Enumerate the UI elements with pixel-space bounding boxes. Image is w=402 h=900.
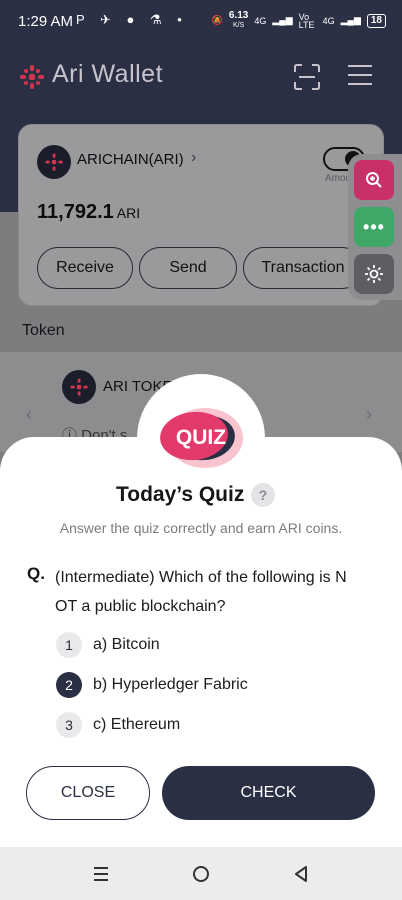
qr-scan-icon[interactable] — [294, 64, 320, 90]
answer-option-3[interactable]: 3 c) Ethereum — [56, 711, 180, 739]
back-button[interactable] — [290, 863, 312, 885]
status-bar: 1:29 AM P ✈ ● ⚗ • 🔕 6.13 K/S 4G ▂▄▆ Vo L… — [0, 0, 402, 44]
balance-unit: ARI — [116, 205, 141, 221]
home-button[interactable] — [190, 863, 212, 885]
ari-token-icon — [62, 370, 96, 404]
receive-button[interactable]: Receive — [37, 247, 133, 289]
signal-icon-2: ▂▄▆ — [340, 15, 361, 25]
side-tool-tray: ••• — [348, 154, 402, 300]
close-button[interactable]: CLOSE — [26, 766, 150, 820]
check-button[interactable]: CHECK — [162, 766, 375, 820]
app-title: Ari Wallet — [52, 60, 164, 88]
recent-apps-icon — [94, 867, 108, 881]
status-time: 1:29 AM — [18, 13, 74, 30]
question-line-1: (Intermediate) Which of the following is… — [55, 569, 347, 586]
notification-icons: P ✈ ● ⚗ • — [76, 12, 188, 27]
carousel-next-icon[interactable]: › — [366, 404, 372, 425]
token-header: Token — [22, 322, 65, 339]
recent-apps-button[interactable] — [90, 863, 112, 885]
signal-4g-1: 4G — [254, 15, 267, 26]
status-indicators: 🔕 6.13 K/S 4G ▂▄▆ Vo LTE 4G ▂▄▆ 18 — [212, 11, 386, 30]
wallet-card[interactable]: ARICHAIN(ARI) › Amount 11,792.1 ARI Recei… — [18, 124, 384, 306]
chevron-right-icon[interactable]: › — [191, 149, 196, 167]
answer-option-2[interactable]: 2 b) Hyperledger Fabric — [56, 671, 248, 699]
speed-unit: K/S — [232, 22, 245, 29]
question-line-2: OT a public blockchain? — [55, 598, 226, 615]
quiz-logo-icon: QUIZ — [160, 408, 243, 468]
option-number: 1 — [56, 632, 82, 658]
system-nav-bar — [0, 847, 402, 900]
question-prefix: Q. — [27, 564, 45, 583]
option-number-selected: 2 — [56, 672, 82, 698]
ari-logo-icon — [20, 65, 44, 89]
carousel-prev-icon[interactable]: ‹ — [26, 404, 32, 425]
chain-label[interactable]: ARICHAIN(ARI) — [77, 151, 184, 168]
gear-icon — [365, 265, 383, 283]
quiz-subtitle: Answer the quiz correctly and earn ARI c… — [59, 520, 343, 536]
signal-4g-2: 4G — [322, 15, 335, 26]
mute-icon: 🔕 — [211, 15, 223, 25]
send-button[interactable]: Send — [139, 247, 237, 289]
transaction-button[interactable]: Transaction — [243, 247, 363, 289]
option-number: 3 — [56, 712, 82, 738]
wallet-balance: 11,792.1 ARI — [37, 201, 140, 224]
zoom-in-icon — [366, 172, 382, 188]
balance-value: 11,792.1 — [37, 201, 114, 223]
network-speed: 6.13 K/S — [229, 11, 248, 30]
option-label: c) Ethereum — [93, 716, 181, 733]
question-text: (Intermediate) Which of the following is… — [55, 563, 375, 621]
settings-button[interactable] — [354, 254, 394, 294]
back-triangle-icon — [295, 866, 307, 882]
speed-value: 6.13 — [228, 10, 249, 21]
app-header: Ari Wallet — [0, 44, 402, 110]
more-dots-icon: ••• — [363, 216, 385, 237]
arichain-icon — [37, 145, 71, 179]
quiz-title: Today’s Quiz — [116, 483, 245, 506]
home-circle-icon — [193, 866, 209, 882]
more-button[interactable]: ••• — [354, 207, 394, 247]
signal-icon: ▂▄▆ — [272, 15, 293, 25]
hamburger-menu-icon[interactable] — [348, 64, 372, 86]
option-label: a) Bitcoin — [93, 636, 160, 653]
help-icon[interactable]: ? — [251, 483, 275, 507]
quiz-logo-text: QUIZ — [176, 426, 226, 449]
zoom-button[interactable] — [354, 160, 394, 200]
answer-option-1[interactable]: 1 a) Bitcoin — [56, 631, 160, 659]
option-label: b) Hyperledger Fabric — [93, 676, 248, 693]
battery-icon: 18 — [366, 13, 386, 28]
volte-label: Vo LTE — [298, 11, 315, 30]
